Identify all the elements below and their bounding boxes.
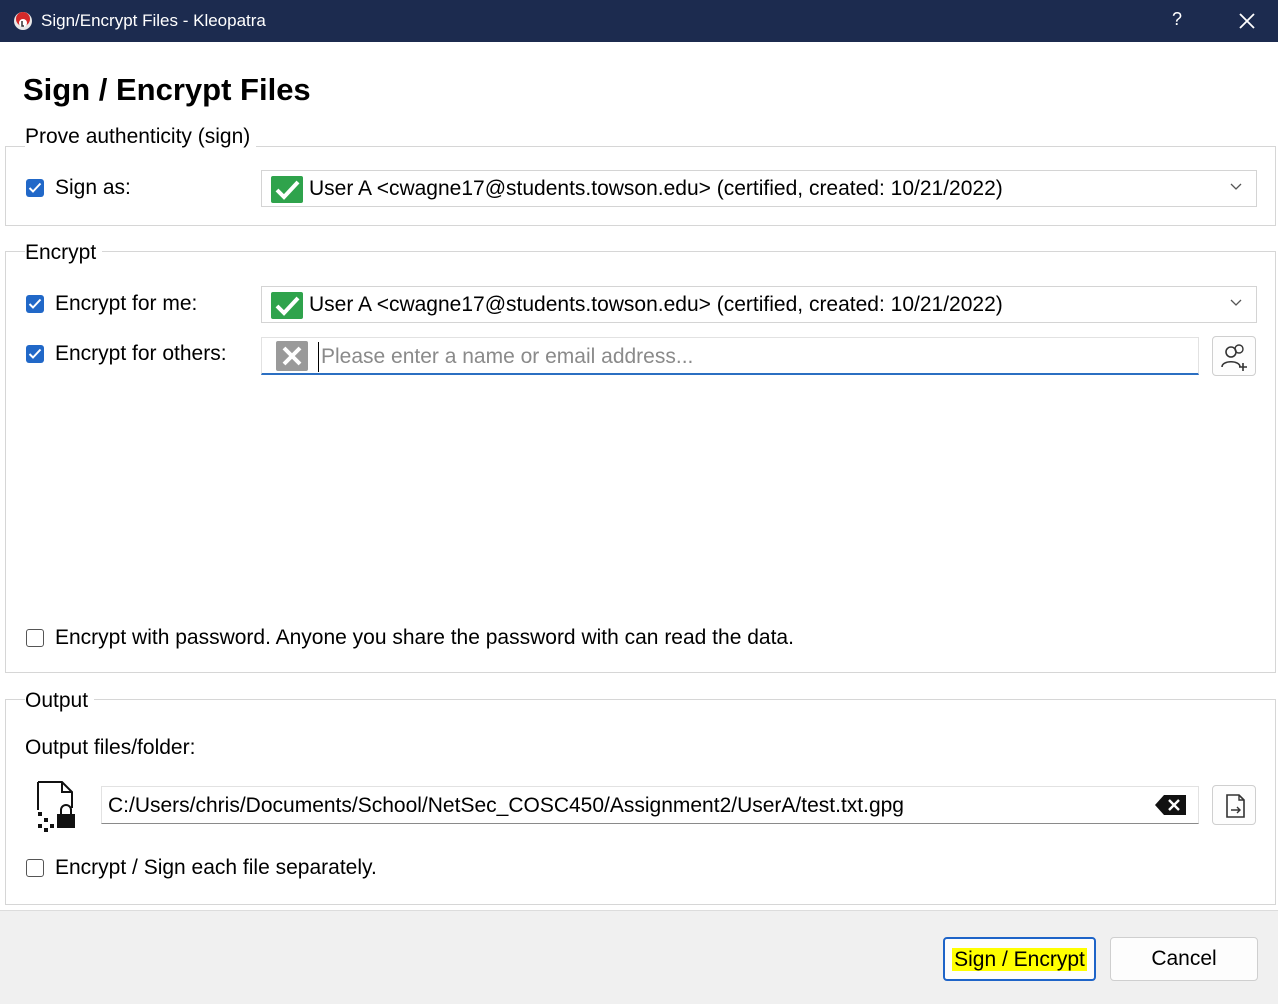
- certified-check-icon: [271, 292, 303, 319]
- encrypt-for-me-value: User A <cwagne17@students.towson.edu> (c…: [309, 293, 1003, 316]
- encrypt-group-title: Encrypt: [25, 241, 103, 265]
- sign-as-checkbox[interactable]: [26, 179, 44, 197]
- encrypt-with-password-label: Encrypt with password. Anyone you share …: [55, 626, 794, 649]
- sign-as-value: User A <cwagne17@students.towson.edu> (c…: [309, 177, 1003, 200]
- dialog-footer: Sign / Encrypt Cancel: [0, 910, 1278, 1004]
- checkmark-icon: [28, 182, 42, 193]
- output-path-field[interactable]: [101, 786, 1199, 824]
- recipient-field[interactable]: [261, 337, 1199, 375]
- sign-as-label: Sign as:: [55, 176, 131, 199]
- close-icon[interactable]: [1236, 10, 1258, 32]
- sign-each-separately-label: Encrypt / Sign each file separately.: [55, 856, 377, 879]
- window-title: Sign/Encrypt Files - Kleopatra: [41, 11, 266, 30]
- sign-encrypt-button-label: Sign / Encrypt: [952, 948, 1087, 971]
- kleopatra-app-icon: [14, 12, 32, 30]
- output-path-input[interactable]: [106, 791, 1140, 821]
- add-recipient-icon: [1221, 344, 1247, 371]
- checkmark-icon: [28, 348, 42, 359]
- sign-encrypt-button[interactable]: Sign / Encrypt: [943, 937, 1096, 981]
- sign-group-title: Prove authenticity (sign): [25, 125, 257, 149]
- encrypt-for-others-label: Encrypt for others:: [55, 342, 227, 365]
- encrypted-file-icon: [37, 781, 75, 832]
- output-group-title: Output: [25, 689, 95, 713]
- encrypt-for-me-label: Encrypt for me:: [55, 292, 198, 315]
- encrypt-for-others-checkbox[interactable]: [26, 345, 44, 363]
- chevron-down-icon: [1230, 183, 1242, 190]
- invalid-x-icon: [276, 341, 308, 371]
- sign-each-separately-checkbox[interactable]: [26, 859, 44, 877]
- output-files-label: Output files/folder:: [25, 736, 196, 759]
- title-bar: Sign/Encrypt Files - Kleopatra ?: [0, 0, 1278, 42]
- encrypt-with-password-checkbox[interactable]: [26, 629, 44, 647]
- chevron-down-icon: [1230, 299, 1242, 306]
- page-title: Sign / Encrypt Files: [23, 72, 311, 107]
- recipient-input[interactable]: [318, 342, 1183, 372]
- cancel-button[interactable]: Cancel: [1110, 937, 1258, 981]
- browse-file-icon: [1226, 794, 1245, 818]
- add-recipient-button[interactable]: [1212, 336, 1256, 376]
- help-button[interactable]: ?: [1166, 9, 1188, 31]
- browse-output-button[interactable]: [1212, 785, 1256, 825]
- sign-as-combo[interactable]: User A <cwagne17@students.towson.edu> (c…: [261, 170, 1257, 207]
- encrypt-for-me-combo[interactable]: User A <cwagne17@students.towson.edu> (c…: [261, 286, 1257, 323]
- certified-check-icon: [271, 176, 303, 203]
- clear-backspace-icon[interactable]: [1154, 793, 1188, 817]
- encrypt-for-me-checkbox[interactable]: [26, 295, 44, 313]
- checkmark-icon: [28, 298, 42, 309]
